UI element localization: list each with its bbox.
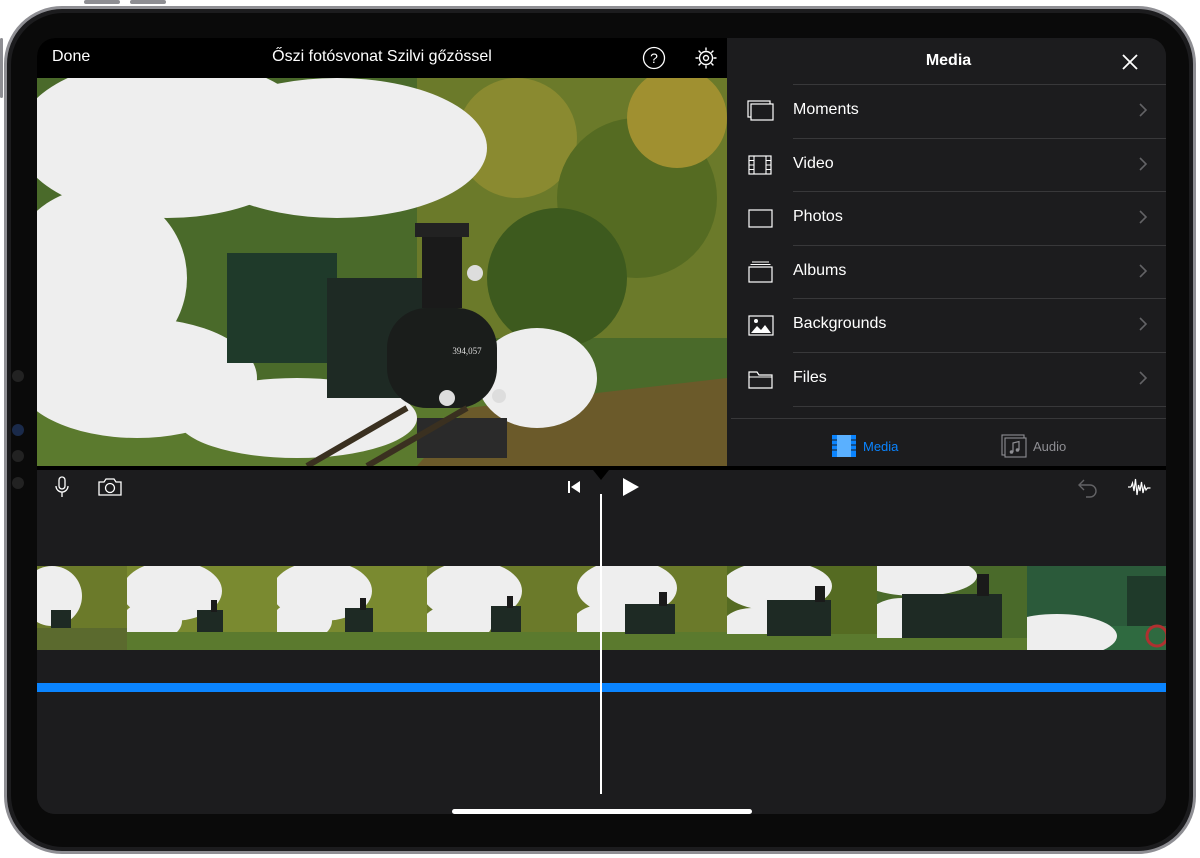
moments-icon xyxy=(747,100,774,121)
timeline[interactable] xyxy=(37,470,1166,814)
row-separator xyxy=(793,351,1166,353)
sensor-dot xyxy=(12,450,24,462)
play-icon[interactable] xyxy=(617,474,643,500)
microphone-icon[interactable] xyxy=(49,474,75,500)
help-icon[interactable]: ? xyxy=(642,46,666,70)
media-item-albums[interactable]: Albums xyxy=(731,244,1166,299)
sensor-dot-2 xyxy=(12,477,24,489)
chevron-right-icon xyxy=(1139,317,1148,331)
row-separator xyxy=(793,137,1166,139)
chevron-right-icon xyxy=(1139,157,1148,171)
home-indicator[interactable] xyxy=(452,809,752,814)
editor-top-bar: Done Őszi fotósvonat Szilvi gőzössel ? xyxy=(37,38,727,78)
chevron-right-icon xyxy=(1139,371,1148,385)
side-button xyxy=(0,38,3,98)
skip-to-start-icon[interactable] xyxy=(562,474,588,500)
chevron-right-icon xyxy=(1139,264,1148,278)
svg-text:?: ? xyxy=(650,50,658,66)
albums-icon xyxy=(748,261,773,283)
row-separator xyxy=(793,298,1166,300)
playhead[interactable] xyxy=(600,494,602,794)
media-item-label: Albums xyxy=(793,261,847,279)
undo-icon[interactable] xyxy=(1075,474,1101,500)
row-separator xyxy=(793,84,1166,85)
video-preview[interactable]: 394,057 xyxy=(37,78,727,466)
camera-lens xyxy=(12,424,24,436)
row-separator xyxy=(793,244,1166,246)
row-separator xyxy=(793,405,1166,407)
media-item-label: Video xyxy=(793,154,834,172)
top-button-2 xyxy=(130,0,166,4)
media-item-backgrounds[interactable]: Backgrounds xyxy=(731,298,1166,352)
media-category-list: Moments Video Photos Albums Backgrounds … xyxy=(731,84,1166,407)
media-item-label: Photos xyxy=(793,208,843,226)
top-button-1 xyxy=(84,0,120,4)
clip-thumbnail xyxy=(127,566,277,650)
tab-audio[interactable]: Audio xyxy=(1001,433,1066,459)
music-note-icon xyxy=(1001,434,1027,458)
media-item-label: Files xyxy=(793,368,827,386)
tab-media[interactable]: Media xyxy=(831,433,898,459)
settings-gear-icon[interactable] xyxy=(694,46,718,70)
image-icon xyxy=(748,315,774,336)
chevron-right-icon xyxy=(1139,103,1148,117)
clip-thumbnail xyxy=(727,566,877,650)
clip-thumbnail xyxy=(877,566,1027,650)
film-icon xyxy=(748,154,772,175)
media-item-label: Moments xyxy=(793,101,859,118)
media-tab-bar: Media Audio xyxy=(731,418,1166,467)
steam-train-preview-image: 394,057 xyxy=(37,78,727,466)
app-screen: Done Őszi fotósvonat Szilvi gőzössel ? 3… xyxy=(37,38,1166,814)
camera-icon[interactable] xyxy=(97,474,123,500)
list-bottom-separator xyxy=(731,405,1166,407)
playhead-marker xyxy=(593,470,609,480)
audio-waveform-icon[interactable] xyxy=(1127,474,1153,500)
film-icon xyxy=(832,435,856,457)
project-title: Őszi fotósvonat Szilvi gőzössel xyxy=(272,48,492,65)
row-separator xyxy=(793,191,1166,193)
clip-thumbnail xyxy=(1027,566,1166,650)
media-item-photos[interactable]: Photos xyxy=(731,191,1166,245)
clip-thumbnail xyxy=(277,566,427,650)
media-item-label: Backgrounds xyxy=(793,315,887,333)
tab-media-label: Media xyxy=(863,438,899,454)
svg-text:394,057: 394,057 xyxy=(452,346,482,356)
media-browser: Media Moments Video Photos Albums Backgr… xyxy=(731,38,1166,466)
camera-dot xyxy=(12,370,24,382)
media-panel-title: Media xyxy=(925,52,972,69)
tab-audio-label: Audio xyxy=(1033,438,1067,454)
clip-thumbnail xyxy=(427,566,577,650)
folder-icon xyxy=(748,371,773,389)
photo-frame-icon xyxy=(748,209,773,228)
media-item-moments[interactable]: Moments xyxy=(731,84,1166,138)
media-item-video[interactable]: Video xyxy=(731,137,1166,192)
close-icon[interactable] xyxy=(1120,52,1140,72)
clip-thumbnail xyxy=(37,566,127,650)
media-item-files[interactable]: Files xyxy=(731,351,1166,406)
chevron-right-icon xyxy=(1139,210,1148,224)
